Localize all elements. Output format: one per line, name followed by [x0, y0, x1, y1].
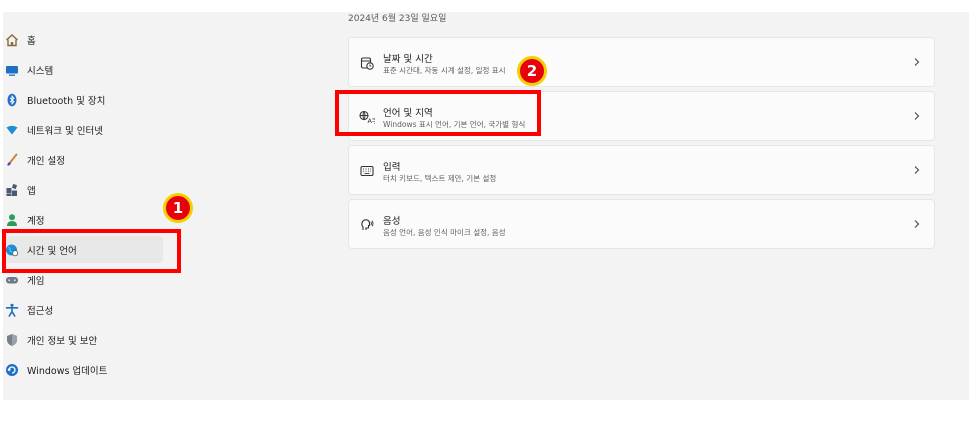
sidebar-item-label: 시스템 [27, 65, 54, 77]
sidebar-item-privacy[interactable]: 개인 정보 및 보안 [3, 326, 163, 353]
chevron-right-icon [912, 163, 922, 177]
sidebar-item-label: Bluetooth 및 장치 [27, 95, 106, 107]
sidebar-item-label: 앱 [27, 185, 36, 197]
sidebar-item-network[interactable]: 네트워크 및 인터넷 [3, 116, 163, 143]
calendar-clock-icon [359, 55, 375, 71]
card-date-time[interactable]: 날짜 및 시간 표준 시간대, 자동 시계 설정, 일정 표시 [348, 37, 935, 87]
sidebar-item-accessibility[interactable]: 접근성 [3, 296, 163, 323]
sidebar-item-label: 접근성 [27, 305, 54, 317]
gamepad-icon [5, 273, 19, 287]
chevron-right-icon [912, 217, 922, 231]
highlight-box-language-region [335, 90, 541, 136]
sidebar-item-label: 개인 설정 [27, 155, 65, 167]
sidebar-item-label: 계정 [27, 215, 45, 227]
network-icon [5, 123, 19, 137]
sidebar-item-label: 개인 정보 및 보안 [27, 335, 98, 347]
step-badge-2: 2 [517, 56, 547, 86]
speech-icon [359, 217, 375, 233]
sidebar-item-windows-update[interactable]: Windows 업데이트 [3, 356, 163, 383]
date-text: 2024년 6월 23일 일요일 [348, 14, 447, 24]
card-title: 날짜 및 시간 [383, 54, 433, 65]
card-subtitle: 표준 시간대, 자동 시계 설정, 일정 표시 [383, 66, 506, 75]
sidebar-item-home[interactable]: 홈 [3, 26, 163, 53]
monitor-icon [5, 63, 19, 77]
sidebar-item-apps[interactable]: 앱 [3, 176, 163, 203]
sidebar-item-label: 게임 [27, 275, 45, 287]
update-icon [5, 363, 19, 377]
sidebar-item-personalization[interactable]: 개인 설정 [3, 146, 163, 173]
account-icon [5, 213, 19, 227]
card-subtitle: 터치 키보드, 텍스트 제안, 기본 설정 [383, 174, 497, 183]
sidebar-item-label: Windows 업데이트 [27, 365, 108, 377]
sidebar: 홈 시스템 Bluetooth 및 장치 네트워크 및 인터넷 개인 설정 앱 … [3, 12, 175, 400]
settings-window: 홈 시스템 Bluetooth 및 장치 네트워크 및 인터넷 개인 설정 앱 … [3, 12, 969, 400]
bluetooth-icon [5, 93, 19, 107]
sidebar-item-system[interactable]: 시스템 [3, 56, 163, 83]
home-icon [5, 33, 19, 47]
card-subtitle: 음성 언어, 음성 인식 마이크 설정, 음성 [383, 228, 506, 237]
step-badge-1: 1 [163, 193, 193, 223]
apps-icon [5, 183, 19, 197]
brush-icon [5, 153, 19, 167]
card-speech[interactable]: 음성 음성 언어, 음성 인식 마이크 설정, 음성 [348, 199, 935, 249]
sidebar-item-label: 네트워크 및 인터넷 [27, 125, 103, 137]
highlight-box-time-language [2, 229, 181, 273]
card-title: 입력 [383, 162, 401, 173]
card-input[interactable]: 입력 터치 키보드, 텍스트 제안, 기본 설정 [348, 145, 935, 195]
card-title: 음성 [383, 216, 401, 227]
chevron-right-icon [912, 109, 922, 123]
shield-icon [5, 333, 19, 347]
keyboard-icon [359, 163, 375, 179]
sidebar-item-label: 홈 [27, 35, 36, 47]
accessibility-icon [5, 303, 19, 317]
sidebar-item-bluetooth[interactable]: Bluetooth 및 장치 [3, 86, 163, 113]
chevron-right-icon [912, 55, 922, 69]
